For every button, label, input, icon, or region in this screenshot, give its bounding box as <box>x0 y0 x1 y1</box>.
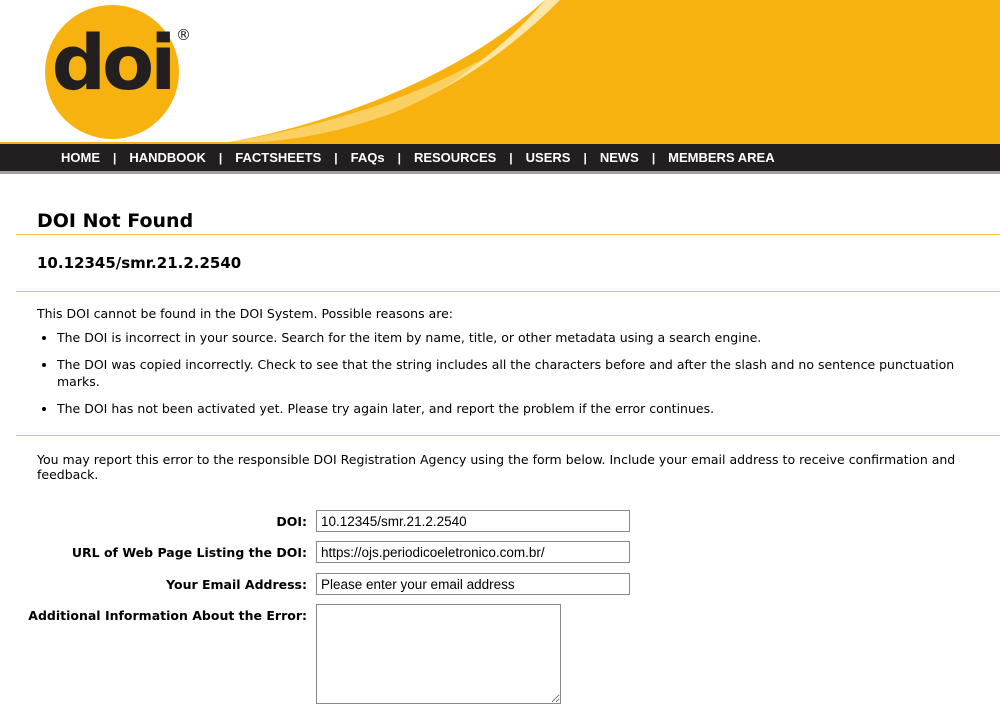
email-row: Your Email Address: <box>0 573 1000 597</box>
reason-item: The DOI has not been activated yet. Plea… <box>57 400 1000 417</box>
nav-news[interactable]: NEWS <box>600 150 639 165</box>
email-input[interactable] <box>316 573 630 595</box>
nav-users[interactable]: USERS <box>526 150 571 165</box>
nav-separator: | <box>218 150 223 165</box>
registered-mark: ® <box>176 26 191 44</box>
url-input[interactable] <box>316 541 630 563</box>
doi-heading: 10.12345/smr.21.2.2540 <box>16 235 1000 292</box>
doi-label: DOI: <box>276 514 307 529</box>
info-textarea[interactable] <box>316 604 561 704</box>
info-row: Additional Information About the Error: <box>0 604 1000 704</box>
site-header: doi ® <box>0 0 1000 142</box>
page-title: DOI Not Found <box>16 176 1000 235</box>
nav-separator: | <box>509 150 513 165</box>
nav-factsheets[interactable]: FACTSHEETS <box>235 150 321 165</box>
nav-members-area[interactable]: MEMBERS AREA <box>668 150 774 165</box>
doi-row: DOI: <box>0 510 1000 534</box>
url-row: URL of Web Page Listing the DOI: <box>0 541 1000 565</box>
nav-separator: | <box>397 150 401 165</box>
nav-separator: | <box>583 150 587 165</box>
main-content: DOI Not Found 10.12345/smr.21.2.2540 Thi… <box>16 176 1000 482</box>
reason-item: The DOI is incorrect in your source. Sea… <box>57 329 1000 346</box>
info-label: Additional Information About the Error: <box>28 608 307 623</box>
reason-item: The DOI was copied incorrectly. Check to… <box>57 356 1000 390</box>
reasons-intro: This DOI cannot be found in the DOI Syst… <box>37 306 453 321</box>
nav-separator: | <box>113 150 117 165</box>
nav-resources[interactable]: RESOURCES <box>414 150 496 165</box>
nav-handbook[interactable]: HANDBOOK <box>129 150 206 165</box>
nav-home[interactable]: HOME <box>61 150 100 165</box>
nav-separator: | <box>651 150 656 165</box>
doi-logo[interactable]: doi <box>45 5 179 139</box>
nav-faqs[interactable]: FAQs <box>351 150 385 165</box>
main-nav: HOME | HANDBOOK | FACTSHEETS | FAQs | RESOUR… <box>0 142 1000 174</box>
reasons-list: The DOI is incorrect in your source. Sea… <box>37 329 1000 417</box>
logo-text: doi <box>51 18 177 107</box>
doi-input[interactable] <box>316 510 630 532</box>
email-label: Your Email Address: <box>166 577 307 592</box>
url-label: URL of Web Page Listing the DOI: <box>71 545 307 560</box>
reasons-section: This DOI cannot be found in the DOI Syst… <box>16 292 1000 436</box>
report-text: You may report this error to the respons… <box>37 452 956 482</box>
nav-separator: | <box>334 150 338 165</box>
